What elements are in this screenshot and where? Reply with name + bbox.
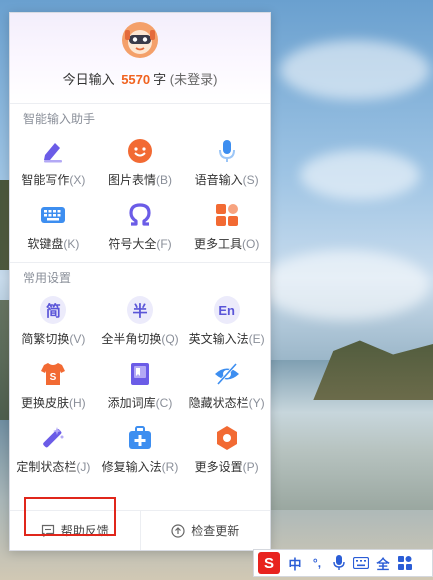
- item-label: 软键盘: [27, 237, 64, 251]
- microphone-icon[interactable]: [328, 552, 350, 574]
- more-settings-button[interactable]: 更多设置(P): [183, 415, 270, 479]
- smart-writing-button[interactable]: 智能写作(X): [10, 128, 97, 192]
- today-count: 5570: [121, 72, 151, 87]
- item-label: 简繁切换: [21, 332, 70, 346]
- today-unit: 字: [153, 72, 167, 87]
- item-key: (O): [242, 237, 260, 251]
- gear-icon: [214, 425, 240, 451]
- item-label: 符号大全: [108, 237, 157, 251]
- dictionary-icon: [127, 361, 153, 387]
- item-key: (P): [242, 460, 259, 474]
- magic-wand-icon: [40, 425, 66, 451]
- simplified-traditional-toggle[interactable]: 简 简繁切换(V): [10, 287, 97, 351]
- skin-icon: S: [40, 361, 66, 387]
- repair-kit-icon: [127, 425, 153, 451]
- eye-hidden-icon: [214, 361, 240, 387]
- item-label: 语音输入: [194, 173, 243, 187]
- voice-input-button[interactable]: 语音输入(S): [183, 128, 270, 192]
- feedback-icon: [41, 524, 54, 537]
- section-title: 常用设置: [23, 271, 72, 285]
- item-key: (K): [63, 237, 80, 251]
- item-label: 更多设置: [194, 460, 243, 474]
- item-key: (C): [155, 396, 173, 410]
- smiley-icon: [127, 138, 153, 164]
- item-label: 图片表情: [107, 173, 156, 187]
- check-update-label: 检查更新: [191, 524, 240, 538]
- fullwidth-toggle[interactable]: 全: [372, 552, 394, 574]
- item-key: (V): [69, 332, 86, 346]
- keyboard-icon: [40, 202, 66, 228]
- section-title: 智能输入助手: [23, 112, 96, 126]
- keyboard-icon[interactable]: [350, 552, 372, 574]
- omega-icon: [127, 202, 153, 228]
- toolbox-icon[interactable]: [394, 552, 416, 574]
- simplified-icon: 简: [40, 296, 67, 324]
- item-key: (F): [156, 237, 172, 251]
- sogou-logo-icon[interactable]: S: [258, 552, 280, 574]
- section-smart-assistant: 智能输入助手 智能写作(X) 图片表情(B) 语音输入(S) 软键盘(K) 符号…: [10, 103, 270, 256]
- image-emoji-button[interactable]: 图片表情(B): [97, 128, 184, 192]
- fullwidth-halfwidth-toggle[interactable]: 半 全半角切换(Q): [97, 287, 184, 351]
- grid-icon: [214, 202, 240, 228]
- item-key: (S): [242, 173, 259, 187]
- help-feedback-label: 帮助反馈: [60, 524, 109, 538]
- repair-ime-button[interactable]: 修复输入法(R): [97, 415, 184, 479]
- svg-text:S: S: [50, 372, 57, 383]
- item-key: (X): [69, 173, 86, 187]
- help-feedback-button[interactable]: 帮助反馈: [10, 511, 140, 550]
- item-label: 添加词库: [107, 396, 156, 410]
- item-label: 更换皮肤: [20, 396, 69, 410]
- add-dictionary-button[interactable]: 添加词库(C): [97, 351, 184, 415]
- item-label: 英文输入法: [188, 332, 249, 346]
- item-key: (J): [76, 460, 91, 474]
- today-input-count: 今日输入 5570 字 (未登录): [10, 69, 270, 88]
- login-status[interactable]: (未登录): [170, 72, 218, 87]
- microphone-icon: [214, 138, 240, 164]
- customize-statusbar-button[interactable]: 定制状态栏(J): [10, 415, 97, 479]
- arrow-up-circle-icon: [171, 523, 185, 538]
- symbols-button[interactable]: 符号大全(F): [97, 192, 184, 256]
- check-update-button[interactable]: 检查更新: [139, 511, 271, 550]
- item-label: 隐藏状态栏: [188, 396, 249, 410]
- section-common-settings: 常用设置 简 简繁切换(V) 半 全半角切换(Q) En 英文输入法(E) S …: [10, 262, 270, 479]
- item-key: (E): [248, 332, 265, 346]
- ime-status-bar: S 中 °, 全: [253, 549, 433, 577]
- item-label: 更多工具: [193, 237, 242, 251]
- soft-keyboard-button[interactable]: 软键盘(K): [10, 192, 97, 256]
- mascot-avatar-icon[interactable]: [121, 21, 159, 59]
- item-label: 智能写作: [21, 173, 70, 187]
- english-input-button[interactable]: En 英文输入法(E): [183, 287, 270, 351]
- item-key: (Q): [161, 332, 179, 346]
- item-key: (R): [161, 460, 179, 474]
- panel-header: 今日输入 5570 字 (未登录): [10, 13, 270, 103]
- item-label: 全半角切换: [101, 332, 162, 346]
- today-prefix: 今日输入: [62, 72, 115, 87]
- panel-footer: 帮助反馈 检查更新: [10, 510, 270, 550]
- item-key: (Y): [248, 396, 265, 410]
- hide-statusbar-button[interactable]: 隐藏状态栏(Y): [183, 351, 270, 415]
- lang-toggle[interactable]: 中: [284, 552, 306, 574]
- item-key: (H): [69, 396, 86, 410]
- change-skin-button[interactable]: S 更换皮肤(H): [10, 351, 97, 415]
- punctuation-toggle[interactable]: °,: [306, 552, 328, 574]
- english-icon: En: [213, 296, 240, 324]
- item-label: 修复输入法: [101, 460, 162, 474]
- pen-icon: [40, 138, 66, 164]
- ime-menu-panel: 今日输入 5570字 (未登录) 智能输入助手 智能写作(X) 图片表情(B): [9, 12, 271, 551]
- halfwidth-icon: 半: [126, 296, 153, 324]
- item-label: 定制状态栏: [16, 460, 77, 474]
- more-tools-button[interactable]: 更多工具(O): [183, 192, 270, 256]
- item-key: (B): [156, 173, 172, 187]
